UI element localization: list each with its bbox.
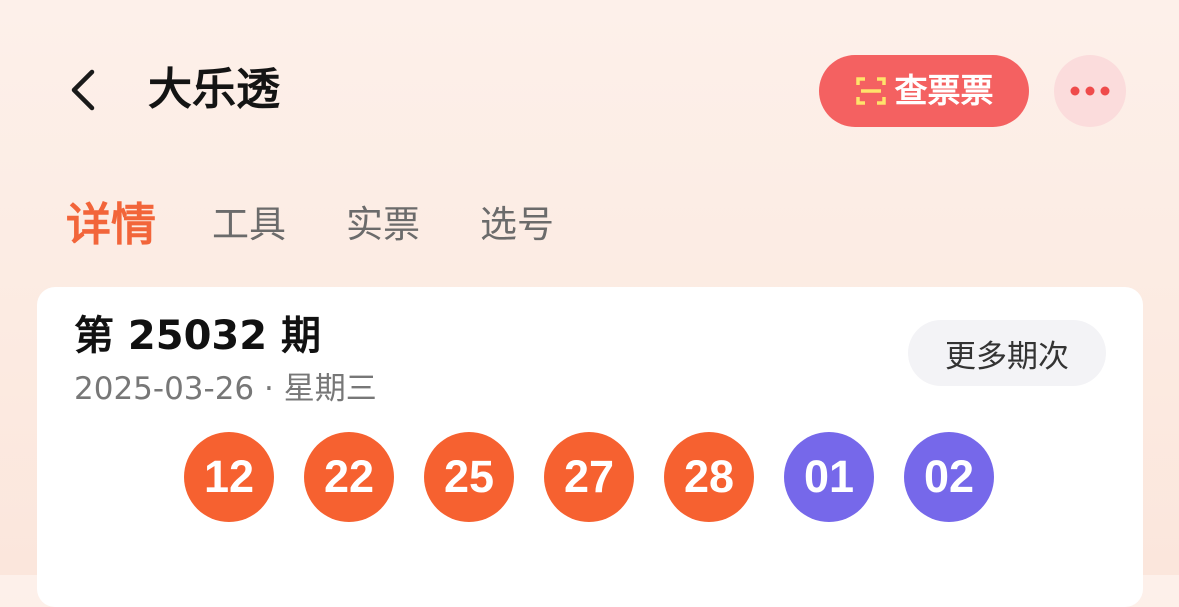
more-button[interactable] <box>1054 55 1126 127</box>
chevron-left-icon <box>71 69 95 111</box>
ellipsis-icon <box>1070 86 1110 96</box>
front-number-ball: 22 <box>304 432 394 522</box>
back-number-ball: 02 <box>904 432 994 522</box>
draw-date: 2025-03-26 · 星期三 <box>74 371 377 407</box>
back-number-ball: 01 <box>784 432 874 522</box>
front-number-ball: 12 <box>184 432 274 522</box>
tab-real-tickets[interactable]: 实票 <box>346 195 420 255</box>
more-issues-button[interactable]: 更多期次 <box>908 320 1106 386</box>
front-number-ball: 25 <box>424 432 514 522</box>
tab-bar: 详情 工具 实票 选号 <box>66 190 614 260</box>
check-ticket-button[interactable]: 查票票 <box>819 55 1029 127</box>
scan-icon <box>855 77 886 105</box>
page-title: 大乐透 <box>148 64 280 115</box>
tab-details[interactable]: 详情 <box>66 195 156 255</box>
issue-number: 第 25032 期 <box>74 313 322 359</box>
draw-result-card: 第 25032 期 2025-03-26 · 星期三 更多期次 12 22 25… <box>37 287 1143 607</box>
check-ticket-label: 查票票 <box>894 71 994 110</box>
tab-pick-numbers[interactable]: 选号 <box>480 195 554 255</box>
tab-tools[interactable]: 工具 <box>212 195 286 255</box>
back-button[interactable] <box>58 62 114 118</box>
front-number-ball: 28 <box>664 432 754 522</box>
winning-numbers: 12 22 25 27 28 01 02 <box>184 432 1024 522</box>
front-number-ball: 27 <box>544 432 634 522</box>
